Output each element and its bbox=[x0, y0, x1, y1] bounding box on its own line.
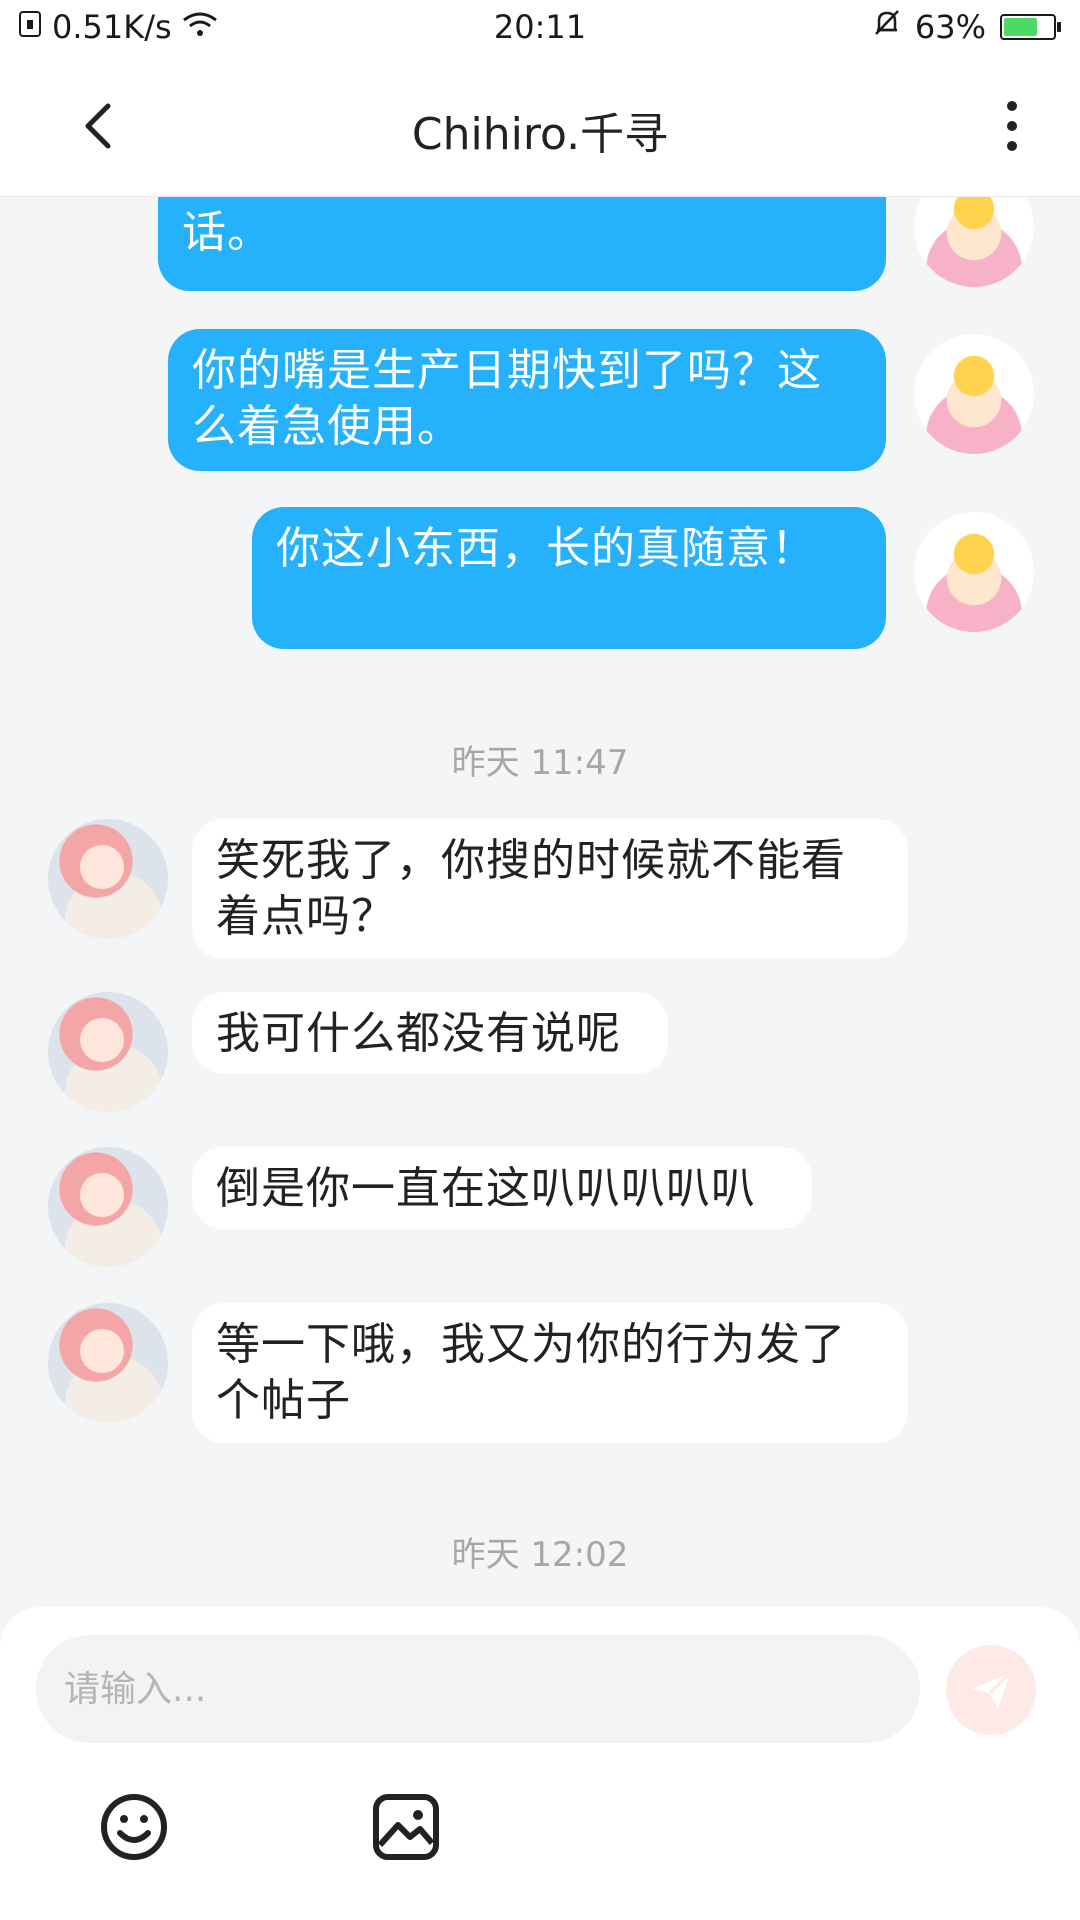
message-input[interactable] bbox=[36, 1635, 920, 1743]
contact-avatar[interactable] bbox=[48, 1147, 168, 1267]
status-right: 63% bbox=[873, 8, 1061, 46]
image-icon[interactable] bbox=[370, 1791, 442, 1863]
contact-avatar[interactable] bbox=[48, 819, 168, 939]
more-vertical-icon[interactable] bbox=[992, 96, 1032, 156]
my-avatar[interactable] bbox=[914, 512, 1034, 632]
outgoing-message[interactable]: 快闭嘴吧!估计算了都受不了你废话。 bbox=[158, 197, 886, 291]
outgoing-message[interactable]: 你这小东西，长的真随意！ bbox=[252, 507, 886, 649]
send-icon[interactable] bbox=[946, 1645, 1036, 1735]
emoji-icon[interactable] bbox=[98, 1791, 170, 1863]
status-bar: 0.51K/s 20:11 63% bbox=[0, 0, 1080, 56]
outgoing-message[interactable]: 你的嘴是生产日期快到了吗？这么着急使用。 bbox=[168, 329, 886, 471]
chat-header: Chihiro.千寻 bbox=[0, 56, 1080, 197]
timestamp-separator: 昨天 12:02 bbox=[451, 1535, 629, 1575]
incoming-message[interactable]: 等一下哦，我又为你的行为发了个帖子 bbox=[192, 1303, 908, 1443]
message-composer bbox=[0, 1607, 1080, 1920]
timestamp-separator: 昨天 11:47 bbox=[451, 743, 629, 783]
my-avatar[interactable] bbox=[914, 334, 1034, 454]
my-avatar[interactable] bbox=[914, 197, 1034, 287]
contact-avatar[interactable] bbox=[48, 1303, 168, 1423]
incoming-message[interactable]: 倒是你一直在这叭叭叭叭叭 bbox=[192, 1147, 812, 1229]
battery-icon bbox=[1000, 14, 1061, 40]
mute-bell-icon bbox=[873, 8, 901, 46]
incoming-message[interactable]: 我可什么都没有说呢 bbox=[192, 992, 668, 1074]
message-list[interactable]: 快闭嘴吧!估计算了都受不了你废话。 你的嘴是生产日期快到了吗？这么着急使用。 你… bbox=[0, 197, 1080, 1607]
battery-fill bbox=[1004, 18, 1037, 36]
chat-title: Chihiro.千寻 bbox=[411, 109, 669, 160]
incoming-message[interactable]: 笑死我了，你搜的时候就不能看着点吗？ bbox=[192, 819, 908, 959]
contact-avatar[interactable] bbox=[48, 992, 168, 1112]
battery-percent: 63% bbox=[914, 8, 986, 46]
